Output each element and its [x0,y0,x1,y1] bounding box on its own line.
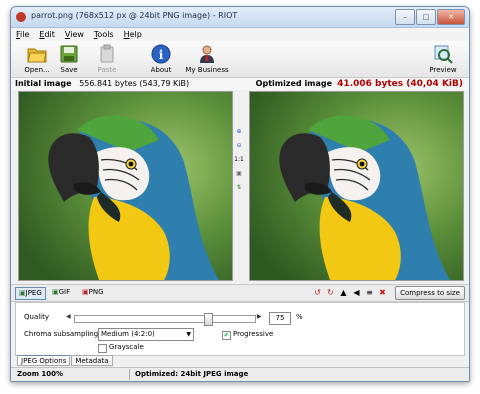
about-label: About [150,66,172,74]
image-info-header: Initial image 556.841 bytes (543,79 KiB)… [11,78,469,90]
quality-value-input[interactable]: 75 [269,312,291,325]
image-tools: ↺ ↻ ▲ ◀ ≡ ✖ [309,288,387,297]
tab-jpeg-options[interactable]: JPEG Options [17,355,71,366]
open-label: Open... [24,66,50,74]
sync-view-icon[interactable]: ⇅ [234,183,244,193]
quality-unit: % [296,313,303,321]
save-label: Save [60,66,78,74]
png-format-icon: ▣ [82,288,89,296]
zoom-status: Zoom 100% [17,370,64,378]
window-controls: – □ ✕ [394,9,465,25]
tab-gif[interactable]: ▣GIF [49,287,73,298]
actual-size-button[interactable]: 1:1 [234,155,244,165]
window-title: parrot.png (768x512 px @ 24bit PNG image… [31,11,238,20]
zoom-in-icon[interactable]: ⊕ [234,127,244,137]
flip-horizontal-icon[interactable]: ◀ [352,288,361,297]
reset-icon[interactable]: ✖ [378,288,387,297]
folder-icon [27,48,47,63]
compress-to-size-button[interactable]: Compress to size [395,286,465,300]
save-icon [60,45,78,63]
menu-view[interactable]: View [60,30,89,39]
jpeg-options-panel: Quality ◀ ▶ 75 % Chroma subsampling Medi… [15,302,465,356]
tab-metadata[interactable]: Metadata [71,355,113,366]
rotate-left-icon[interactable]: ↺ [313,288,322,297]
menu-file-label: ile [20,30,30,39]
preview-magnifier-icon [434,45,453,64]
chevron-down-icon: ▼ [186,331,191,338]
initial-image-info: Initial image 556.841 bytes (543,79 KiB) [15,79,189,88]
menu-tools[interactable]: Tools [89,30,119,39]
about-button[interactable]: i About [139,44,183,74]
app-icon [16,12,26,22]
grayscale-label: Grayscale [109,343,144,351]
menu-edit-label: dit [44,30,55,39]
paste-button[interactable]: Paste [85,44,129,74]
tab-jpeg[interactable]: ▣JPEG [15,287,46,300]
optimized-image-pane[interactable] [249,91,464,281]
menu-bar: File Edit View Tools Help [11,28,469,41]
status-bar: Zoom 100% Optimized: 24bit JPEG image [11,367,469,381]
menu-view-label: iew [70,30,84,39]
info-icon: i [151,44,171,64]
slider-left-arrow-icon[interactable]: ◀ [66,313,71,320]
business-person-icon [200,45,214,63]
tab-png-label: PNG [88,288,104,296]
quality-label: Quality [24,313,50,321]
close-icon[interactable]: ✕ [437,9,465,25]
compress-to-size-label: Compress to size [400,289,460,297]
progressive-label: Progressive [233,330,274,338]
grayscale-checkbox[interactable] [98,344,107,353]
optimized-image-info: Optimized image 41.006 bytes (40,04 KiB) [256,79,463,89]
minimize-icon[interactable]: – [395,9,415,25]
menu-tools-label: ools [97,30,114,39]
gif-format-icon: ▣ [52,288,59,296]
quality-slider-thumb[interactable] [204,313,213,326]
svg-text:i: i [159,48,164,62]
format-bar: ▣JPEG ▣GIF ▣PNG ↺ ↻ ▲ ◀ ≡ ✖ Compress to … [11,284,469,302]
jpeg-format-icon: ▣ [19,289,26,297]
fit-window-icon[interactable]: ▣ [234,169,244,179]
initial-image-label: Initial image [15,79,72,88]
zoom-out-icon[interactable]: ⊖ [234,141,244,151]
optimized-image-label: Optimized image [255,79,333,88]
parrot-image-original [19,92,232,280]
slider-right-arrow-icon[interactable]: ▶ [257,313,262,320]
preview-label: Preview [429,66,457,74]
parrot-image-optimized [250,92,463,280]
my-business-label: My Business [185,66,229,74]
toolbar: Open... Save Paste i About My Business P… [11,41,469,78]
paste-label: Paste [97,66,117,74]
menu-help-label: elp [129,30,142,39]
tab-jpeg-label: JPEG [25,289,42,297]
optimized-status: Optimized: 24bit JPEG image [135,370,249,378]
app-window: parrot.png (768x512 px @ 24bit PNG image… [10,6,470,382]
adjust-icon[interactable]: ≡ [365,288,374,297]
zoom-tools: ⊕ ⊖ 1:1 ▣ ⇅ [234,127,246,197]
quality-slider[interactable] [74,313,256,326]
preview-button[interactable]: Preview [421,44,465,74]
menu-edit[interactable]: Edit [34,30,60,39]
options-tabs: JPEG Options Metadata [17,355,114,366]
initial-image-pane[interactable] [18,91,233,281]
paste-icon [100,44,114,63]
initial-image-size: 556.841 bytes (543,79 KiB) [79,79,190,88]
title-bar[interactable]: parrot.png (768x512 px @ 24bit PNG image… [11,7,469,28]
chroma-subsampling-value: Medium (4:2:0) [101,330,155,338]
rotate-right-icon[interactable]: ↻ [326,288,335,297]
progressive-checkbox[interactable]: ✔ [222,331,231,340]
my-business-button[interactable]: My Business [181,44,233,74]
flip-vertical-icon[interactable]: ▲ [339,288,348,297]
chroma-subsampling-label: Chroma subsampling [24,330,99,338]
menu-help[interactable]: Help [119,30,147,39]
optimized-image-size: 41.006 bytes (40,04 KiB) [337,79,463,89]
tab-gif-label: GIF [58,288,71,296]
menu-file[interactable]: File [11,30,34,39]
maximize-icon[interactable]: □ [416,9,436,25]
tab-png[interactable]: ▣PNG [79,287,107,298]
chroma-subsampling-select[interactable]: Medium (4:2:0) ▼ [98,328,194,341]
status-divider [129,369,130,380]
